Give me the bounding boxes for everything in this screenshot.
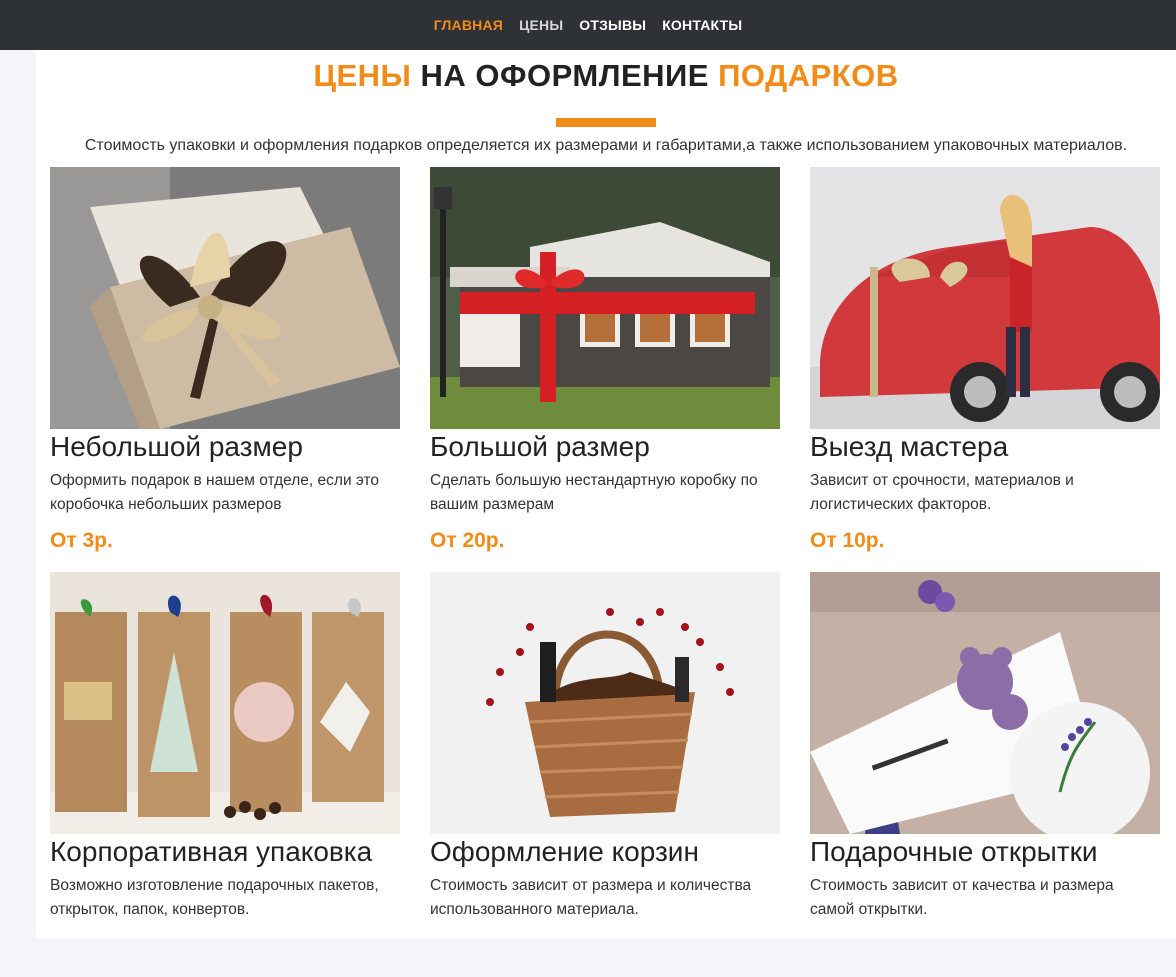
gift-bags-image <box>50 572 400 834</box>
title-middle: НА ОФОРМЛЕНИЕ <box>420 58 709 93</box>
card-description: Сделать большую нестандартную коробку по… <box>430 472 758 513</box>
price-card-postcards: Подарочные открытки Стоимость зависит от… <box>810 572 1160 977</box>
card-description: Стоимость зависит от размера и количеств… <box>430 877 752 918</box>
price-card-large: Большой размер Сделать большую нестандар… <box>430 167 780 572</box>
card-title: Большой размер <box>430 431 650 462</box>
card-price: От 10р. <box>810 529 885 552</box>
title-accent-gifts: ПОДАРКОВ <box>718 58 899 93</box>
house-image <box>430 167 780 429</box>
card-price: От 20р. <box>430 529 505 552</box>
gift-box-image <box>50 167 400 429</box>
card-title: Подарочные открытки <box>810 836 1098 867</box>
greeting-card-image <box>810 572 1160 834</box>
price-card-master-visit: Выезд мастера Зависит от срочности, мате… <box>810 167 1160 572</box>
price-card-baskets: Оформление корзин Стоимость зависит от р… <box>430 572 780 977</box>
card-title: Оформление корзин <box>430 836 699 867</box>
card-description: Оформить подарок в нашем отделе, если эт… <box>50 472 380 513</box>
pricing-grid: Небольшой размер Оформить подарок в наше… <box>50 167 1160 977</box>
card-description: Возможно изготовление подарочных пакетов… <box>50 877 379 918</box>
nav-link-contacts[interactable]: КОНТАКТЫ <box>662 17 742 33</box>
page-title: ЦЕНЫ НА ОФОРМЛЕНИЕ ПОДАРКОВ <box>36 50 1176 98</box>
card-title: Корпоративная упаковка <box>50 836 373 867</box>
card-description: Стоимость зависит от качества и размера … <box>810 877 1114 918</box>
basket-image <box>430 572 780 834</box>
title-underline-bar <box>556 118 656 127</box>
title-accent-prices: ЦЕНЫ <box>313 58 412 93</box>
nav-link-reviews[interactable]: ОТЗЫВЫ <box>579 17 646 33</box>
card-title: Небольшой размер <box>50 431 303 462</box>
card-description: Зависит от срочности, материалов и логис… <box>810 472 1074 513</box>
price-card-small: Небольшой размер Оформить подарок в наше… <box>50 167 400 572</box>
nav-link-prices[interactable]: ЦЕНЫ <box>519 17 563 33</box>
nav-link-home[interactable]: ГЛАВНАЯ <box>434 17 503 33</box>
page-subtitle: Стоимость упаковки и оформления подарков… <box>84 137 1128 154</box>
price-card-corporate: Корпоративная упаковка Возможно изготовл… <box>50 572 400 977</box>
top-navbar: ГЛАВНАЯ ЦЕНЫ ОТЗЫВЫ КОНТАКТЫ <box>0 0 1176 50</box>
card-price: От 3р. <box>50 529 113 552</box>
card-title: Выезд мастера <box>810 431 1009 462</box>
wrapped-car-image <box>810 167 1160 429</box>
main-content: ЦЕНЫ НА ОФОРМЛЕНИЕ ПОДАРКОВ Стоимость уп… <box>36 50 1176 939</box>
